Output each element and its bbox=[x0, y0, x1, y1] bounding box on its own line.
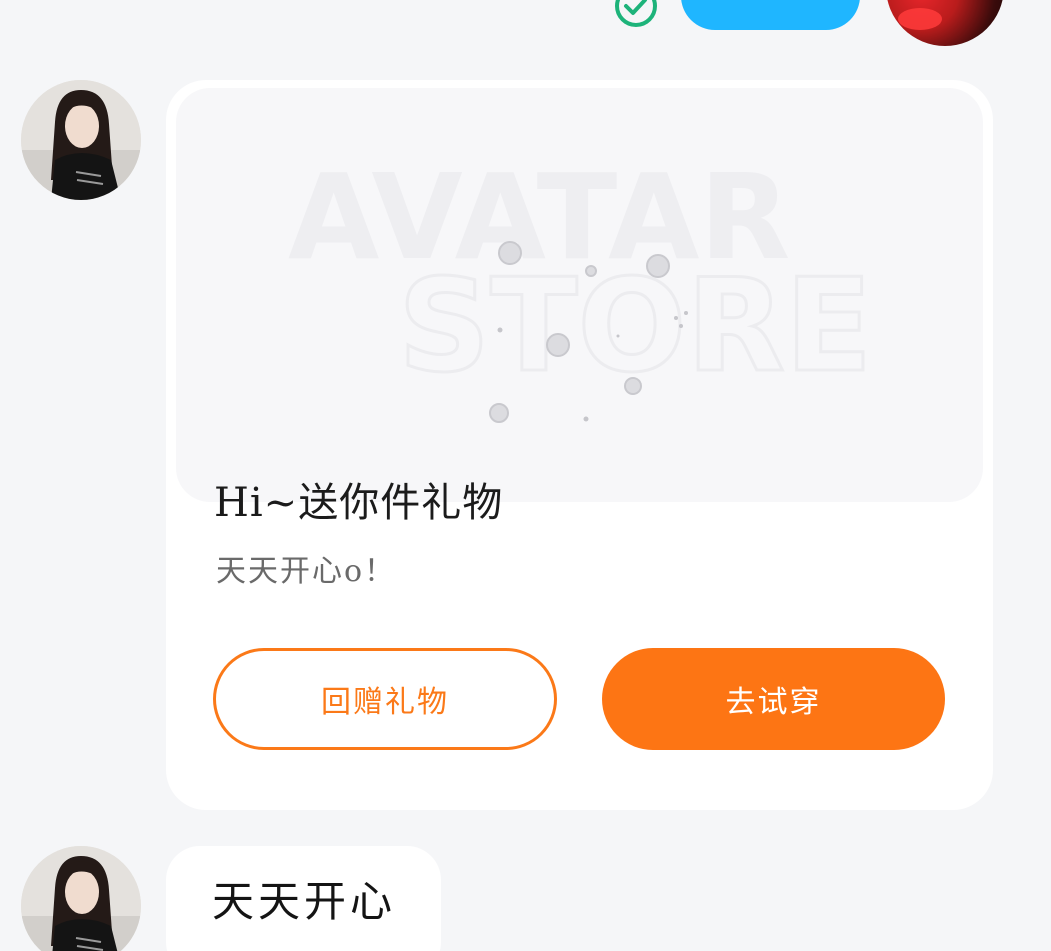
sent-message-bubble[interactable] bbox=[681, 0, 860, 30]
chat-screen: AVATAR STORE Hi~送你件礼物 天天开心o！ 回赠礼物 去试穿 天天… bbox=[0, 0, 1051, 951]
peer-avatar[interactable] bbox=[21, 846, 141, 951]
gift-banner-image: AVATAR STORE bbox=[176, 88, 983, 502]
try-on-button[interactable]: 去试穿 bbox=[602, 648, 945, 750]
gift-card[interactable]: AVATAR STORE Hi~送你件礼物 天天开心o！ 回赠礼物 去试穿 bbox=[166, 80, 993, 810]
text-message-bubble[interactable]: 天天开心 bbox=[166, 846, 441, 951]
peer-avatar[interactable] bbox=[21, 80, 141, 200]
self-avatar[interactable] bbox=[886, 0, 1004, 46]
text-message: 天天开心 bbox=[212, 877, 397, 926]
gift-subtitle: 天天开心o！ bbox=[216, 554, 397, 589]
check-circle-icon bbox=[614, 0, 658, 32]
return-gift-button[interactable]: 回赠礼物 bbox=[213, 648, 557, 750]
gift-title: Hi~送你件礼物 bbox=[214, 480, 504, 526]
